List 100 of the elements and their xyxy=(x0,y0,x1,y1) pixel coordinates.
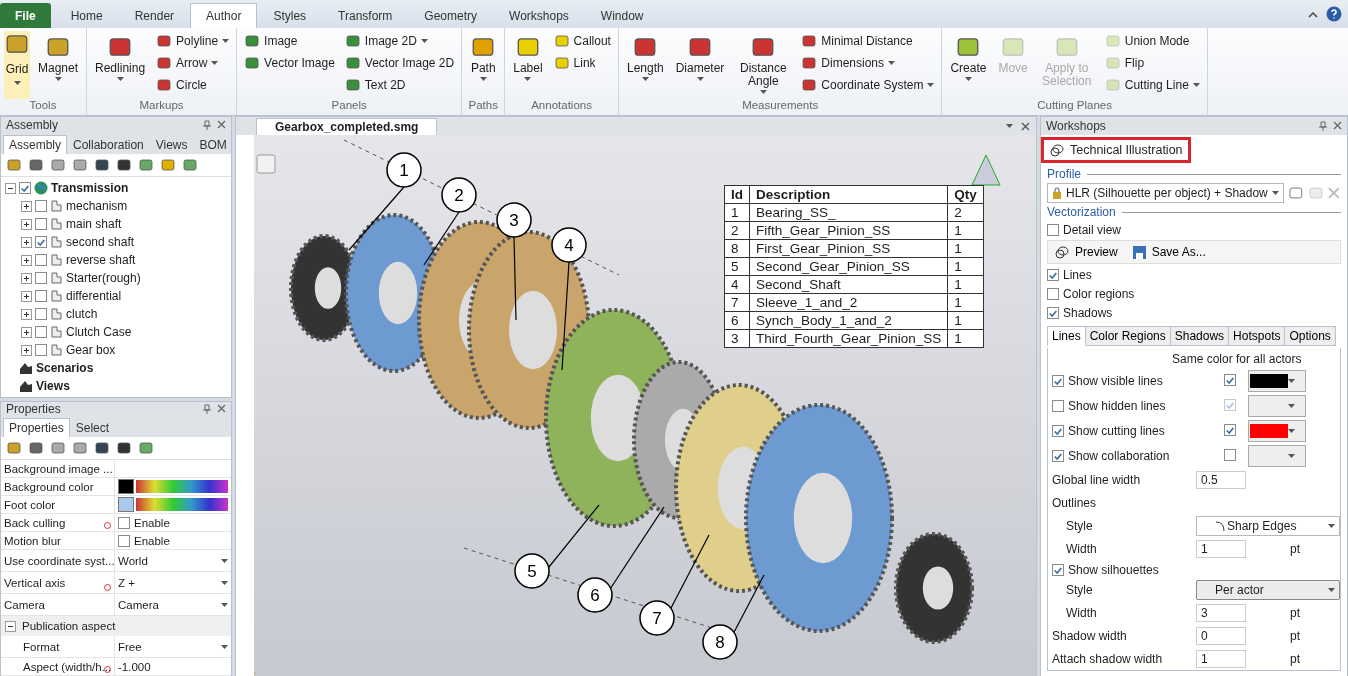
ribbon-button[interactable]: Length xyxy=(622,31,668,99)
expand-icon[interactable] xyxy=(21,236,32,248)
checkbox[interactable] xyxy=(1047,287,1059,300)
profile-dropdown[interactable]: HLR (Silhouette per object) + Shadow xyxy=(1047,183,1284,203)
ribbon-tab[interactable]: Window xyxy=(584,3,660,28)
color-spectrum[interactable] xyxy=(136,480,228,493)
checkbox[interactable] xyxy=(35,290,47,302)
checkbox[interactable] xyxy=(19,182,31,194)
expand-icon[interactable] xyxy=(21,290,32,302)
checkbox[interactable] xyxy=(1052,425,1064,437)
input-field[interactable]: 0.5 xyxy=(1196,471,1246,489)
collapse-ribbon-icon[interactable] xyxy=(1308,10,1318,18)
ribbon-button[interactable]: Polyline xyxy=(153,31,233,51)
style-dropdown[interactable]: Per actor xyxy=(1196,580,1340,600)
callout[interactable]: 8 xyxy=(702,624,738,660)
ribbon-tab[interactable]: Transform xyxy=(322,3,409,28)
tree-item[interactable]: Scenarios xyxy=(36,361,94,375)
panel-tab[interactable]: Properties xyxy=(3,418,70,437)
checkbox[interactable] xyxy=(1052,563,1064,576)
expand-icon[interactable] xyxy=(21,308,32,320)
callout[interactable]: 5 xyxy=(514,553,550,589)
tree-item[interactable]: second shaft xyxy=(66,235,135,249)
property-dropdown[interactable]: Free xyxy=(115,636,231,657)
checkbox[interactable] xyxy=(1224,373,1236,386)
panel-tab[interactable]: BOM xyxy=(193,135,231,154)
ribbon-button[interactable]: Label xyxy=(509,31,547,99)
ribbon-button[interactable]: Circle xyxy=(153,75,233,95)
tree-item[interactable]: Starter(rough) xyxy=(66,271,141,285)
panel-tab[interactable]: Assembly xyxy=(3,135,67,154)
pin-icon[interactable] xyxy=(203,120,211,130)
tree-item[interactable]: differential xyxy=(66,289,122,303)
input-field[interactable]: 0 xyxy=(1196,627,1246,645)
tree-item[interactable]: Transmission xyxy=(51,181,129,195)
callout[interactable]: 1 xyxy=(386,152,422,188)
callout[interactable]: 3 xyxy=(496,202,532,238)
tree-item[interactable]: Views xyxy=(36,379,70,393)
style-dropdown[interactable]: Sharp Edges xyxy=(1196,516,1340,536)
collapse-icon[interactable] xyxy=(5,620,16,632)
callout[interactable]: 2 xyxy=(441,177,477,213)
settings-tab[interactable]: Lines xyxy=(1047,326,1086,346)
pin-icon[interactable] xyxy=(203,404,211,414)
tree-item[interactable]: mechanism xyxy=(66,199,128,213)
ribbon-tab[interactable]: File xyxy=(0,3,51,28)
tree-item[interactable]: clutch xyxy=(66,307,98,321)
color-picker[interactable] xyxy=(1248,395,1306,417)
ribbon-button[interactable]: Vector Image 2D xyxy=(341,53,458,73)
close-icon[interactable] xyxy=(1333,121,1342,130)
close-icon[interactable] xyxy=(217,120,226,129)
ribbon-button[interactable]: Image 2D xyxy=(341,31,458,51)
property-dropdown[interactable]: Z + xyxy=(115,572,231,593)
checkbox[interactable] xyxy=(35,254,47,266)
checkbox[interactable] xyxy=(1047,306,1059,319)
ribbon-tab[interactable]: Geometry xyxy=(408,3,493,28)
ribbon-button[interactable]: Dimensions xyxy=(798,53,938,73)
action-button[interactable]: Preview xyxy=(1054,244,1118,260)
expand-icon[interactable] xyxy=(21,326,32,338)
callout[interactable]: 4 xyxy=(551,227,587,263)
tree-item[interactable]: main shaft xyxy=(66,217,122,231)
ribbon-button[interactable]: Distance Angle xyxy=(732,31,795,99)
property-dropdown[interactable]: Camera xyxy=(115,594,231,615)
ribbon-tab[interactable]: Render xyxy=(118,3,191,28)
checkbox[interactable] xyxy=(35,326,47,338)
ribbon-button[interactable]: Text 2D xyxy=(341,75,458,95)
expand-icon[interactable] xyxy=(21,254,32,266)
input-field[interactable]: 1 xyxy=(1196,540,1246,558)
ribbon-button[interactable]: Redlining xyxy=(91,31,150,99)
color-picker[interactable] xyxy=(1248,370,1306,392)
color-swatch[interactable] xyxy=(118,479,134,494)
checkbox[interactable] xyxy=(35,236,47,248)
ribbon-button[interactable]: Path xyxy=(466,31,501,99)
close-icon[interactable] xyxy=(1021,121,1030,131)
ribbon-button[interactable]: Create xyxy=(946,31,991,99)
ribbon-button[interactable]: Grid xyxy=(4,31,30,99)
help-icon[interactable] xyxy=(1326,6,1342,22)
settings-tab[interactable]: Color Regions xyxy=(1085,326,1171,346)
tree-item[interactable]: reverse shaft xyxy=(66,253,136,267)
ribbon-button[interactable]: Diameter xyxy=(671,31,729,99)
color-swatch[interactable] xyxy=(118,497,134,512)
checkbox[interactable] xyxy=(35,218,47,230)
ribbon-button[interactable]: Minimal Distance xyxy=(798,31,938,51)
settings-tab[interactable]: Shadows xyxy=(1170,326,1230,346)
checkbox[interactable] xyxy=(118,534,130,547)
ribbon-button[interactable]: Coordinate System xyxy=(798,75,938,95)
ribbon-button[interactable]: Image xyxy=(241,31,338,51)
tree-item[interactable]: Gear box xyxy=(66,343,116,357)
checkbox[interactable] xyxy=(35,344,47,356)
ribbon-tab[interactable]: Workshops xyxy=(493,3,585,28)
checkbox[interactable] xyxy=(1052,375,1064,387)
property-dropdown[interactable]: World xyxy=(115,550,231,571)
callout[interactable]: 6 xyxy=(577,577,613,613)
input-field[interactable]: 3 xyxy=(1196,604,1246,622)
document-tab[interactable]: Gearbox_completed.smg xyxy=(256,117,438,135)
checkbox[interactable] xyxy=(35,200,47,212)
checkbox[interactable] xyxy=(1047,223,1059,236)
ribbon-tab[interactable]: Home xyxy=(54,3,119,28)
input-field[interactable]: 1 xyxy=(1196,650,1246,668)
settings-tab[interactable]: Options xyxy=(1285,326,1336,346)
color-spectrum[interactable] xyxy=(136,498,228,511)
ribbon-tab[interactable]: Author xyxy=(190,3,258,28)
checkbox[interactable] xyxy=(1224,448,1236,461)
